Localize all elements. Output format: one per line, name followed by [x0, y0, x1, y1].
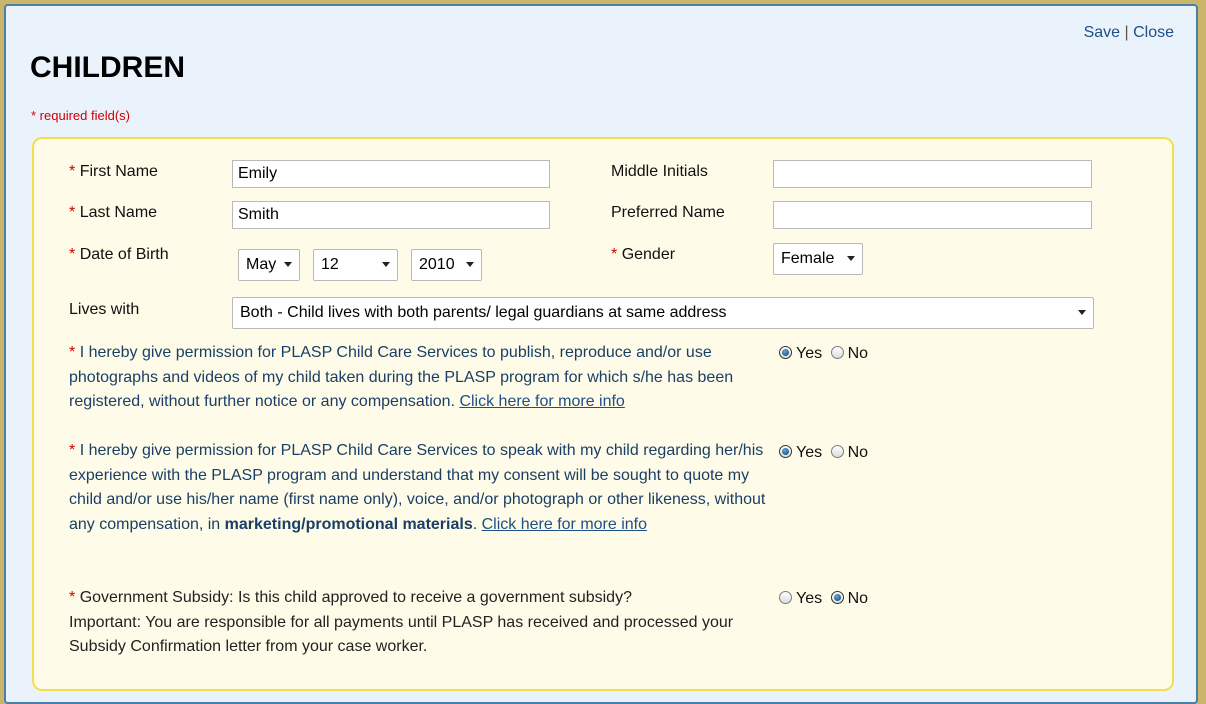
required-note: * required field(s)	[31, 108, 130, 123]
photo-consent-yes-radio[interactable]	[779, 346, 792, 359]
marketing-materials-bold: marketing/promotional materials	[224, 515, 473, 533]
dob-month-value: May	[246, 256, 277, 273]
first-name-label: * First Name	[69, 163, 158, 181]
required-mark: *	[69, 204, 76, 221]
middle-initials-input[interactable]	[773, 160, 1092, 188]
required-mark: *	[69, 344, 76, 361]
required-mark: *	[69, 442, 76, 459]
subsidy-question: Government Subsidy: Is this child approv…	[79, 589, 632, 606]
chevron-down-icon	[847, 256, 855, 261]
gender-label: * Gender	[611, 246, 675, 264]
last-name-label: * Last Name	[69, 204, 157, 222]
preferred-name-input[interactable]	[773, 201, 1092, 229]
speak-consent-text: * I hereby give permission for PLASP Chi…	[69, 439, 769, 537]
gender-label-text: Gender	[621, 246, 676, 263]
preferred-name-label: Preferred Name	[611, 204, 725, 221]
last-name-label-text: Last Name	[79, 204, 158, 221]
photo-consent-radios: Yes No	[779, 345, 872, 363]
lives-with-select[interactable]: Both - Child lives with both parents/ le…	[232, 297, 1094, 329]
first-name-input[interactable]	[232, 160, 550, 188]
yes-label: Yes	[796, 444, 823, 461]
dob-label: * Date of Birth	[69, 246, 169, 264]
yes-label: Yes	[796, 590, 823, 607]
lives-with-value: Both - Child lives with both parents/ le…	[240, 304, 727, 321]
gender-select[interactable]: Female	[773, 243, 863, 275]
speak-consent-yes-radio[interactable]	[779, 445, 792, 458]
last-name-input[interactable]	[232, 201, 550, 229]
required-mark: *	[611, 246, 618, 263]
chevron-down-icon	[466, 262, 474, 267]
chevron-down-icon	[284, 262, 292, 267]
subsidy-yes-radio[interactable]	[779, 591, 792, 604]
dob-day-value: 12	[321, 256, 339, 273]
middle-initials-label: Middle Initials	[611, 163, 708, 180]
speak-consent-no-radio[interactable]	[830, 445, 844, 458]
lives-with-label: Lives with	[69, 301, 140, 318]
page-title: CHILDREN	[30, 51, 185, 84]
dob-day-select[interactable]: 12	[313, 249, 398, 281]
dob-month-select[interactable]: May	[238, 249, 300, 281]
speak-consent-radios: Yes No	[779, 444, 872, 462]
photo-consent-text: * I hereby give permission for PLASP Chi…	[69, 341, 769, 415]
required-mark: *	[69, 246, 76, 263]
gender-value: Female	[781, 250, 835, 267]
photo-consent-no-radio[interactable]	[830, 346, 844, 359]
speak-more-info-link[interactable]: Click here for more info	[482, 516, 647, 533]
photo-consent-body: I hereby give permission for PLASP Child…	[69, 344, 734, 410]
subsidy-text: * Government Subsidy: Is this child appr…	[69, 586, 769, 660]
required-mark: *	[69, 163, 76, 180]
close-link[interactable]: Close	[1133, 24, 1174, 41]
no-label: No	[847, 444, 869, 461]
first-name-label-text: First Name	[79, 163, 158, 180]
photo-more-info-link[interactable]: Click here for more info	[459, 393, 624, 410]
speak-consent-period: .	[472, 515, 478, 533]
dob-label-text: Date of Birth	[79, 246, 169, 263]
subsidy-important-note: Important: You are responsible for all p…	[69, 613, 734, 656]
form-panel: * First Name Middle Initials * Last Name…	[32, 137, 1174, 691]
save-link[interactable]: Save	[1084, 24, 1120, 41]
yes-label: Yes	[796, 345, 823, 362]
chevron-down-icon	[382, 262, 390, 267]
subsidy-no-radio[interactable]	[830, 591, 844, 604]
children-dialog: Save | Close CHILDREN * required field(s…	[4, 4, 1198, 704]
subsidy-radios: Yes No	[779, 590, 872, 608]
chevron-down-icon	[1078, 310, 1086, 315]
required-mark: *	[69, 589, 76, 606]
no-label: No	[847, 345, 869, 362]
header-actions: Save | Close	[1084, 24, 1174, 42]
dob-year-select[interactable]: 2010	[411, 249, 482, 281]
no-label: No	[847, 590, 869, 607]
dob-year-value: 2010	[419, 256, 455, 273]
action-separator: |	[1124, 24, 1129, 41]
